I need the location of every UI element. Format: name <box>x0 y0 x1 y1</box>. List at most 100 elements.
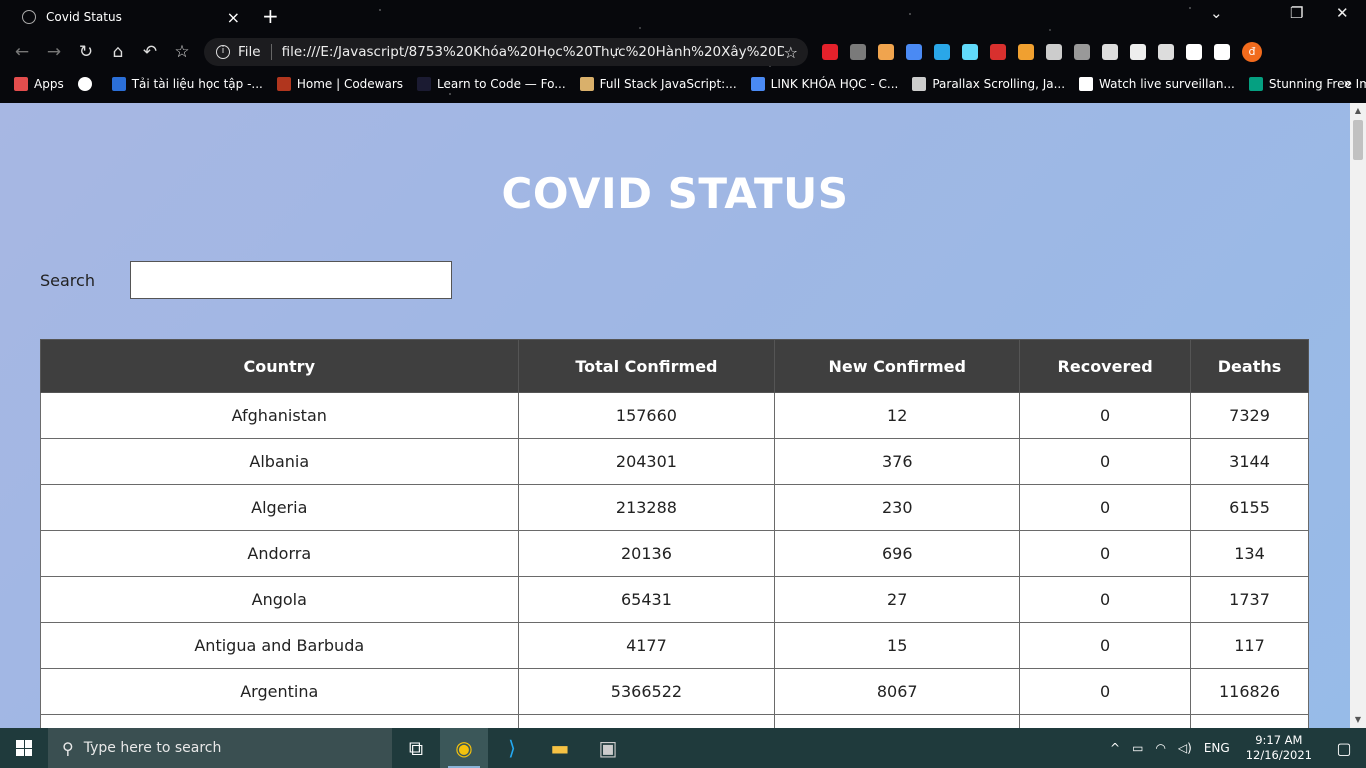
reload-icon[interactable]: ↻ <box>70 42 102 62</box>
table-cell: Afghanistan <box>40 392 519 439</box>
wrench-icon[interactable] <box>1102 44 1118 60</box>
chevron-up-icon[interactable]: ^ <box>1110 741 1120 755</box>
ext-icon[interactable] <box>1018 44 1034 60</box>
volume-icon[interactable]: ◁) <box>1178 741 1192 755</box>
profile-avatar[interactable]: đ <box>1242 42 1262 62</box>
battery-icon[interactable]: ▭ <box>1132 741 1143 755</box>
new-tab-button[interactable]: + <box>262 4 279 28</box>
restore-icon[interactable]: ❐ <box>1290 4 1303 22</box>
scroll-thumb[interactable] <box>1353 120 1363 160</box>
taskbar-search[interactable]: ⚲ Type here to search <box>48 728 392 768</box>
bookmarks-more-button[interactable]: » <box>1343 76 1352 92</box>
table-body: Afghanistan 157660 12 0 7329 Albania 204301 376… <box>40 392 1309 728</box>
star-icon[interactable]: ☆ <box>784 43 798 62</box>
page-scrollbar[interactable]: ▲ ▼ <box>1350 103 1366 728</box>
scroll-down-icon[interactable]: ▼ <box>1350 712 1366 728</box>
column-header: Total Confirmed <box>517 339 776 393</box>
table-cell: 0 <box>1019 392 1192 439</box>
table-cell: 0 <box>1019 622 1192 669</box>
language-indicator[interactable]: ENG <box>1204 741 1230 755</box>
bookmark-item[interactable]: Apps <box>14 77 64 91</box>
clock-time: 9:17 AM <box>1255 733 1303 747</box>
bookmark-item[interactable] <box>77 77 98 91</box>
ext-icon[interactable] <box>1074 44 1090 60</box>
bookmark-star-icon[interactable]: ☆ <box>166 42 198 62</box>
table-cell: 5366522 <box>517 668 776 715</box>
table-cell: Angola <box>40 576 519 623</box>
table-row: Andorra 20136 696 0 134 <box>40 530 1309 577</box>
table-cell: 116826 <box>1190 668 1309 715</box>
taskbar-app-task-view[interactable]: ⧉ <box>392 728 440 768</box>
table-row: Angola 65431 27 0 1737 <box>40 576 1309 623</box>
clock[interactable]: 9:17 AM 12/16/2021 <box>1246 733 1312 763</box>
table-cell: 27 <box>774 576 1021 623</box>
search-label: Search <box>40 271 95 290</box>
bookmark-item[interactable]: Learn to Code — Fo... <box>417 77 566 91</box>
table-cell: 15 <box>774 622 1021 669</box>
bookmark-item[interactable]: Tải tài liệu học tập -... <box>111 77 263 91</box>
bookmark-item[interactable]: Home | Codewars <box>276 77 403 91</box>
info-icon[interactable]: i <box>216 45 230 59</box>
table-cell: Antigua and Barbuda <box>40 622 519 669</box>
search-input[interactable] <box>130 261 452 299</box>
table-row: Afghanistan 157660 12 0 7329 <box>40 392 1309 439</box>
ext-icon[interactable] <box>878 44 894 60</box>
bookmark-label: Apps <box>34 77 64 91</box>
table-row <box>40 714 1309 728</box>
table-row: Algeria 213288 230 0 6155 <box>40 484 1309 531</box>
download-icon[interactable] <box>1214 44 1230 60</box>
ext-icon[interactable] <box>850 44 866 60</box>
bookmark-item[interactable]: Full Stack JavaScript:... <box>579 77 737 91</box>
browser-tab[interactable]: Covid Status × <box>8 4 248 30</box>
column-header: New Confirmed <box>774 339 1021 393</box>
tab-title: Covid Status <box>46 10 122 24</box>
close-window-icon[interactable]: ✕ <box>1336 4 1349 22</box>
terminal-icon: ▣ <box>598 736 618 760</box>
react-icon[interactable] <box>962 44 978 60</box>
wifi-icon[interactable]: ◠ <box>1155 741 1165 755</box>
back-icon[interactable]: ← <box>6 42 38 62</box>
windows-icon <box>16 740 32 756</box>
crop-icon[interactable] <box>1186 44 1202 60</box>
table-cell: 7329 <box>1190 392 1309 439</box>
table-cell: 213288 <box>517 484 776 531</box>
start-button[interactable] <box>0 728 48 768</box>
vscode-icon: ⟩ <box>508 736 516 760</box>
table-row: Antigua and Barbuda 4177 15 0 117 <box>40 622 1309 669</box>
minimize-icon[interactable]: ⌄ <box>1210 4 1223 22</box>
ext-icon[interactable] <box>1130 44 1146 60</box>
ext-icon[interactable] <box>1046 44 1062 60</box>
bookmark-item[interactable]: Watch live surveillan... <box>1079 77 1235 91</box>
bookmark-label: Learn to Code — Fo... <box>437 77 566 91</box>
bookmark-label: LINK KHÓA HỌC - C... <box>770 77 899 91</box>
bookmark-item[interactable]: Parallax Scrolling, Ja... <box>912 77 1065 91</box>
translate-icon[interactable] <box>906 44 922 60</box>
notifications-icon[interactable]: ▢ <box>1322 739 1366 758</box>
scroll-up-icon[interactable]: ▲ <box>1350 103 1366 119</box>
table-cell: 0 <box>1019 668 1192 715</box>
taskbar-app-chrome[interactable]: ◉ <box>440 728 488 768</box>
taskbar-app-vscode[interactable]: ⟩ <box>488 728 536 768</box>
page-title: COVID STATUS <box>501 169 849 218</box>
home-icon[interactable]: ⌂ <box>102 42 134 62</box>
drop-icon[interactable] <box>934 44 950 60</box>
globe-icon <box>22 10 36 24</box>
address-bar[interactable]: i File file:///E:/Javascript/8753%20Khóa… <box>204 38 808 66</box>
forward-icon[interactable]: → <box>38 42 70 62</box>
table-cell <box>517 714 776 728</box>
table-cell: 20136 <box>517 530 776 577</box>
taskbar-app-file-explorer[interactable]: ▬ <box>536 728 584 768</box>
table-cell: 65431 <box>517 576 776 623</box>
table-cell: 0 <box>1019 576 1192 623</box>
bookmark-item[interactable]: LINK KHÓA HỌC - C... <box>750 77 899 91</box>
bookmark-label: Tải tài liệu học tập -... <box>131 77 263 91</box>
adblock-icon[interactable] <box>822 44 838 60</box>
taskbar-app-terminal[interactable]: ▣ <box>584 728 632 768</box>
task-view-icon: ⧉ <box>408 736 424 760</box>
tab-close-icon[interactable]: × <box>227 8 240 27</box>
url-text[interactable]: file:///E:/Javascript/8753%20Khóa%20Học%… <box>282 44 784 60</box>
ext-icon[interactable] <box>990 44 1006 60</box>
undo-icon[interactable]: ↶ <box>134 42 166 62</box>
table-cell: 0 <box>1019 530 1192 577</box>
ext-icon[interactable] <box>1158 44 1174 60</box>
